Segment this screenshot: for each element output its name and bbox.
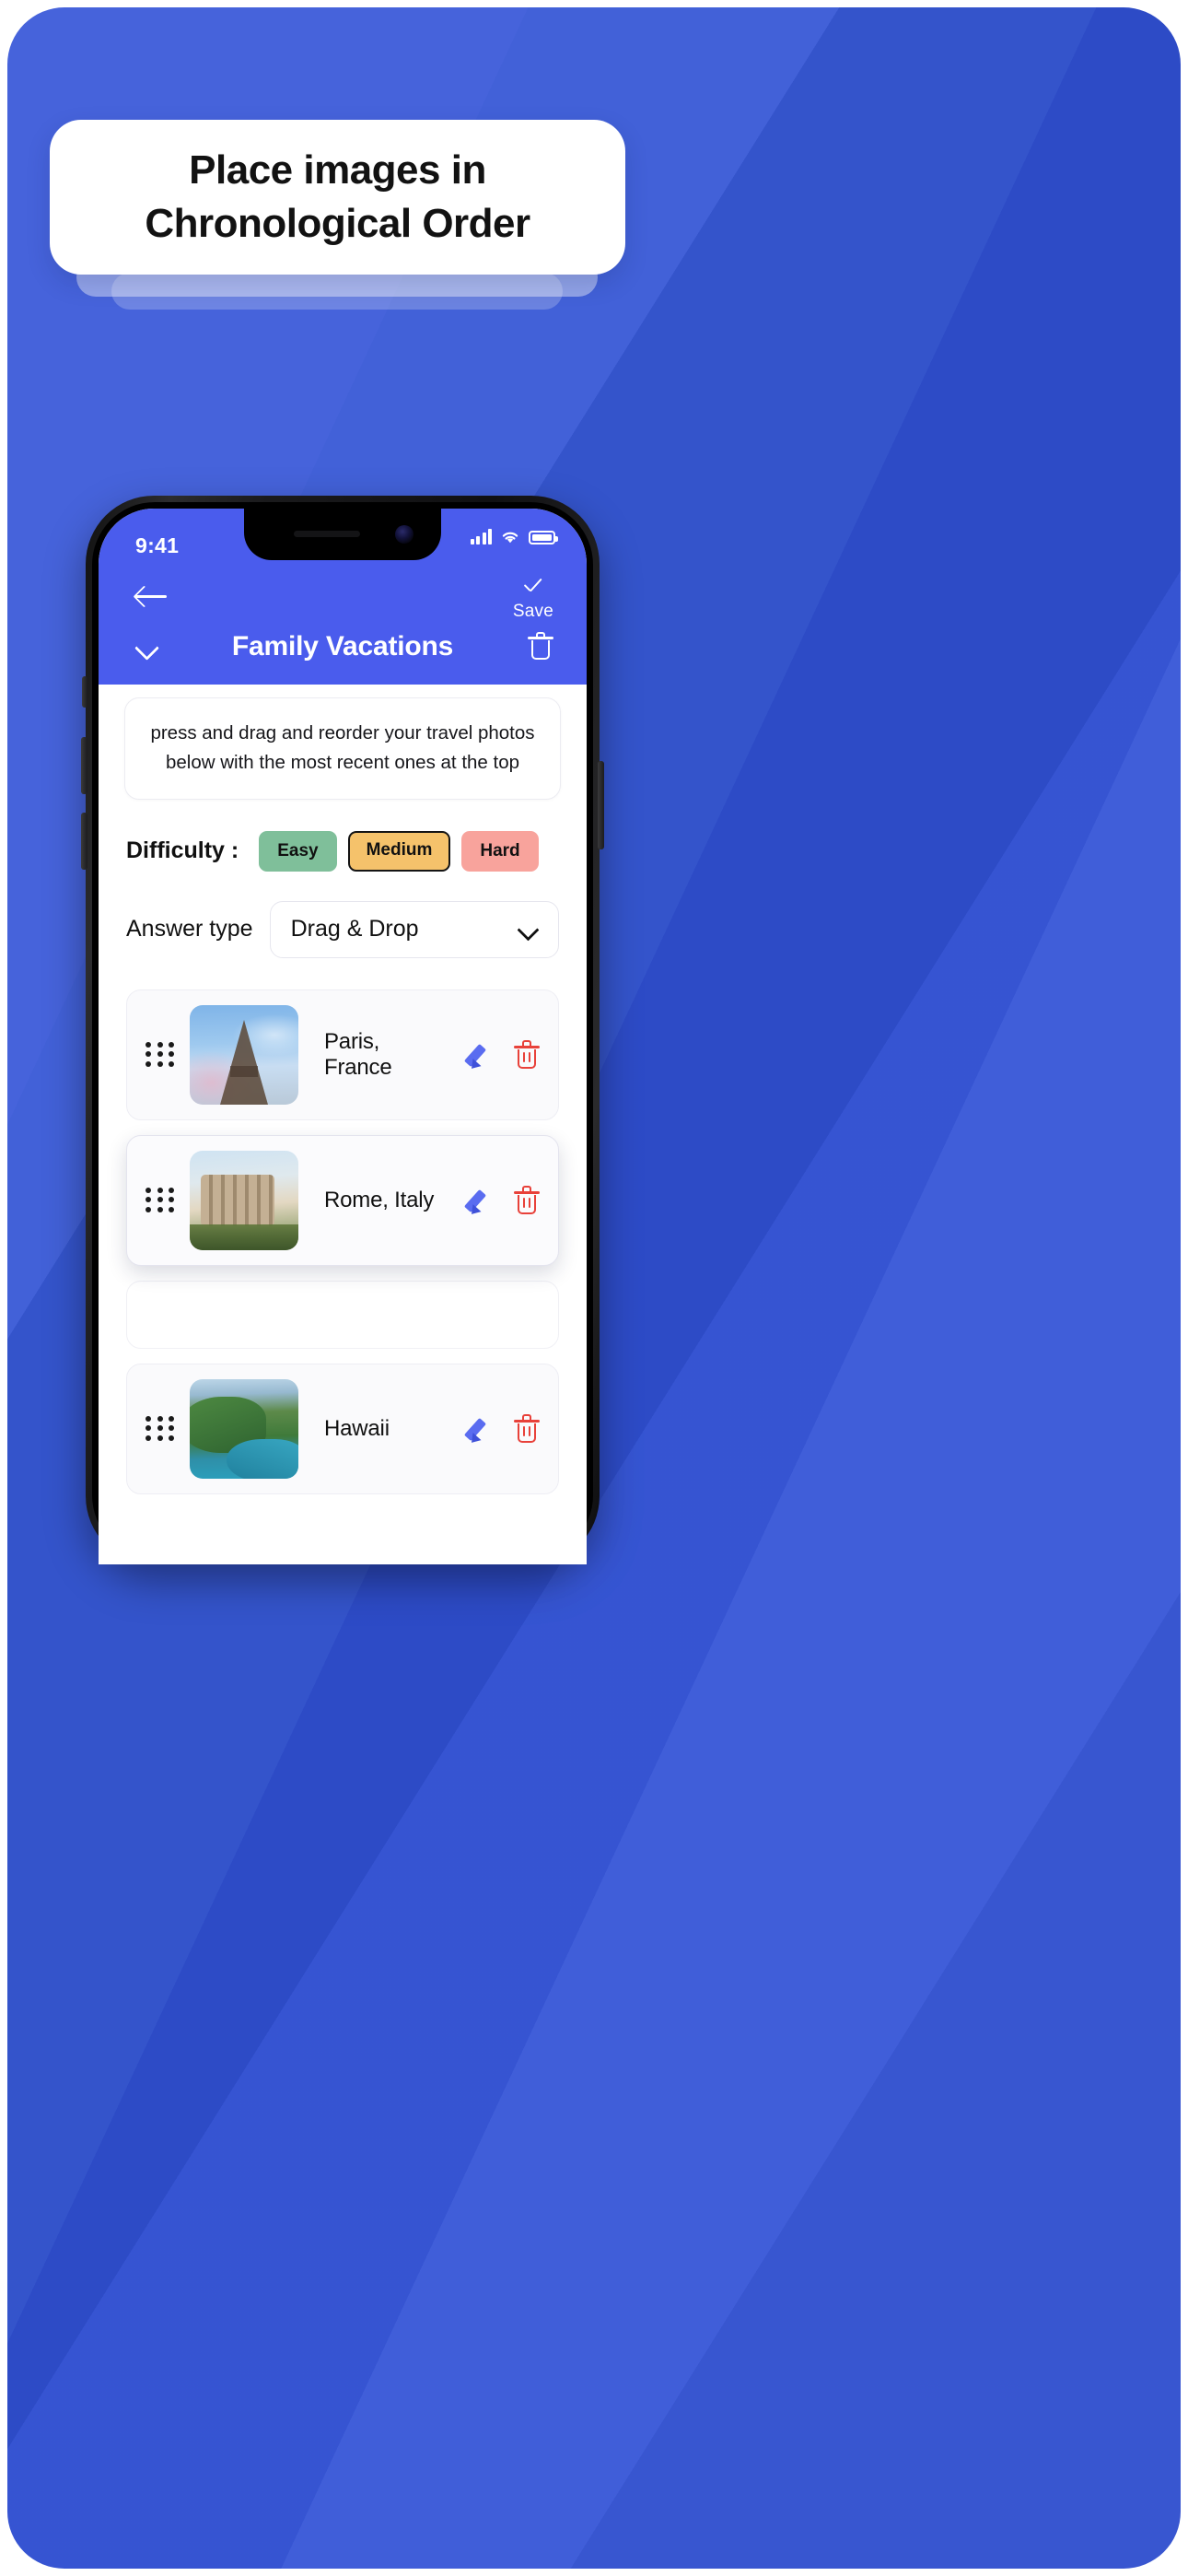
pencil-icon[interactable] bbox=[463, 1041, 494, 1072]
eiffel-tower-photo bbox=[190, 1004, 298, 1105]
list-item-actions bbox=[463, 1413, 540, 1446]
chevron-down-icon bbox=[518, 922, 540, 937]
trash-icon[interactable] bbox=[514, 1039, 540, 1070]
phone-notch bbox=[244, 509, 441, 560]
answer-type-select[interactable]: Drag & Drop bbox=[269, 900, 559, 958]
phone-screen: 9:41 Save Family Vacations press and dra… bbox=[99, 509, 587, 1564]
pencil-icon[interactable] bbox=[463, 1415, 494, 1446]
difficulty-label: Difficulty : bbox=[126, 837, 239, 864]
colosseum-photo bbox=[190, 1150, 298, 1250]
chevron-down-icon[interactable] bbox=[135, 638, 163, 656]
drag-handle-icon[interactable] bbox=[146, 1185, 177, 1216]
app-body: press and drag and reorder your travel p… bbox=[99, 697, 587, 1564]
list-item-label: Paris, France bbox=[324, 1028, 392, 1080]
list-item-label: Hawaii bbox=[324, 1415, 390, 1441]
instructions-card: press and drag and reorder your travel p… bbox=[124, 697, 561, 800]
trash-icon[interactable] bbox=[528, 632, 553, 662]
trash-icon[interactable] bbox=[514, 1413, 540, 1444]
difficulty-option-medium[interactable]: Medium bbox=[347, 830, 451, 872]
trash-icon[interactable] bbox=[514, 1185, 540, 1215]
list-item[interactable]: Paris, France bbox=[126, 989, 559, 1120]
phone-volume-up-button[interactable] bbox=[81, 737, 87, 794]
phone-mute-switch[interactable] bbox=[82, 676, 87, 708]
list-item-label: Rome, Italy bbox=[324, 1187, 435, 1212]
pencil-icon[interactable] bbox=[463, 1187, 494, 1218]
photo-list: Paris, France Rome, Italy Hawaii bbox=[126, 989, 559, 1494]
list-item[interactable]: Rome, Italy bbox=[126, 1134, 559, 1266]
promo-title-card: Place images in Chronological Order bbox=[50, 120, 625, 275]
list-item-actions bbox=[463, 1039, 540, 1072]
cellular-signal-icon bbox=[470, 529, 492, 544]
wifi-icon bbox=[502, 532, 518, 544]
status-bar-icons bbox=[470, 529, 558, 544]
list-item[interactable]: Hawaii bbox=[126, 1363, 559, 1494]
status-bar-clock: 9:41 bbox=[135, 533, 180, 557]
difficulty-option-easy[interactable]: Easy bbox=[259, 830, 337, 872]
app-header-title-row: Family Vacations bbox=[99, 622, 587, 662]
front-camera-icon bbox=[395, 525, 413, 544]
hawaii-coast-photo bbox=[190, 1378, 298, 1479]
save-button[interactable]: Save bbox=[513, 584, 553, 622]
save-button-label: Save bbox=[512, 602, 553, 621]
deck-title: Family Vacations bbox=[231, 631, 454, 662]
promo-title-line-1: Place images in bbox=[189, 146, 486, 193]
phone-power-button[interactable] bbox=[598, 761, 604, 849]
promo-background: Place images in Chronological Order 9:41 bbox=[7, 7, 1181, 2569]
battery-icon bbox=[529, 531, 558, 544]
answer-type-value: Drag & Drop bbox=[290, 916, 419, 943]
app-header-top-row: Save bbox=[99, 566, 587, 622]
difficulty-options: Easy Medium Hard bbox=[259, 830, 539, 872]
back-arrow-icon[interactable] bbox=[135, 584, 170, 608]
promo-title: Place images in Chronological Order bbox=[121, 144, 553, 251]
drag-handle-icon[interactable] bbox=[146, 1413, 177, 1445]
answer-type-label: Answer type bbox=[126, 916, 253, 943]
drop-placeholder bbox=[126, 1280, 559, 1349]
check-icon bbox=[520, 584, 546, 599]
phone-mockup: 9:41 Save Family Vacations press and dra… bbox=[81, 496, 604, 1564]
list-item-actions bbox=[463, 1185, 540, 1218]
difficulty-row: Difficulty : Easy Medium Hard bbox=[126, 830, 559, 872]
earpiece-speaker bbox=[294, 531, 360, 537]
promo-title-line-2: Chronological Order bbox=[145, 201, 530, 246]
phone-volume-down-button[interactable] bbox=[81, 813, 87, 870]
difficulty-option-hard[interactable]: Hard bbox=[461, 830, 539, 872]
drag-handle-icon[interactable] bbox=[146, 1039, 177, 1071]
answer-type-row: Answer type Drag & Drop bbox=[126, 900, 559, 958]
